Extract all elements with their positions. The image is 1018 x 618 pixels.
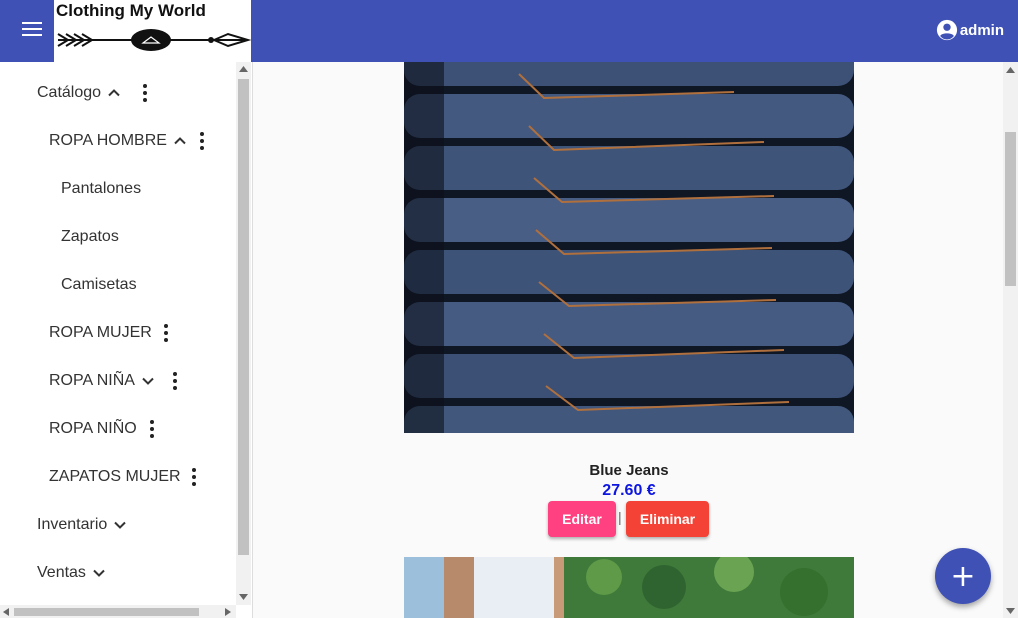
sidebar-item-zapatos-mujer[interactable]: ZAPATOS MUJER [49,465,181,489]
sidebar-item-inventario[interactable]: Inventario [37,513,129,537]
stacked-jeans-image [404,62,854,433]
sidebar: Catálogo ROPA HOMBRE Pantalones Zapatos … [0,62,253,618]
brand-name: Clothing My World [56,1,206,20]
user-menu[interactable]: admin [936,18,1004,42]
sidebar-item-label: ROPA NIÑO [49,420,137,437]
sidebar-item-pantalones[interactable]: Pantalones [61,177,141,201]
product-price: 27.60 € [602,482,656,499]
sidebar-item-label: Ventas [37,564,86,581]
more-vert-icon[interactable] [167,369,183,393]
brand-logo[interactable]: Clothing My World [54,0,251,62]
username: admin [959,21,1004,39]
scroll-up-arrow-icon[interactable] [239,66,248,72]
sidebar-item-label: Camisetas [61,276,137,293]
chevron-up-icon [108,89,120,97]
add-product-fab[interactable]: + [935,548,991,604]
sidebar-item-ropa-mujer[interactable]: ROPA MUJER [49,321,152,345]
more-vert-icon[interactable] [186,465,202,489]
sidebar-item-ropa-nino[interactable]: ROPA NIÑO [49,417,137,441]
account-circle-icon [936,19,957,41]
menu-button[interactable] [0,0,54,62]
sidebar-item-label: Pantalones [61,180,142,197]
chevron-down-icon [114,521,126,529]
more-vert-icon[interactable] [144,417,160,441]
arrow-hanger-logo-icon [57,29,251,51]
scrollbar-thumb[interactable] [14,608,199,616]
sidebar-item-label: ZAPATOS MUJER [49,468,181,485]
more-vert-icon[interactable] [158,321,174,345]
chevron-up-icon [174,137,186,145]
sidebar-item-zapatos[interactable]: Zapatos [61,225,119,249]
main-vertical-scrollbar[interactable] [1003,62,1018,618]
product-name: Blue Jeans [589,462,669,479]
chevron-down-icon [93,569,105,577]
sidebar-item-label: Inventario [37,516,108,533]
scroll-left-arrow-icon[interactable] [3,608,9,616]
more-vert-icon[interactable] [137,81,153,105]
edit-button[interactable]: Editar [548,501,616,537]
product-image-next[interactable] [404,557,854,618]
sidebar-item-ropa-hombre[interactable]: ROPA HOMBRE [49,129,189,153]
scroll-right-arrow-icon[interactable] [225,608,231,616]
button-separator: | [618,509,622,525]
product-image-blue-jeans[interactable] [404,62,854,433]
top-app-bar: Clothing My World admin [0,0,1018,62]
scrollbar-thumb[interactable] [238,79,249,555]
sidebar-item-catalogo[interactable]: Catálogo [37,81,123,105]
sidebar-item-label: ROPA NIÑA [49,372,135,389]
sidebar-item-label: Zapatos [61,228,119,245]
scrollbar-thumb[interactable] [1005,132,1016,286]
hamburger-icon [22,22,42,36]
sidebar-item-camisetas[interactable]: Camisetas [61,273,137,297]
sidebar-item-ventas[interactable]: Ventas [37,561,108,585]
sidebar-item-label: ROPA HOMBRE [49,132,167,149]
scroll-up-arrow-icon[interactable] [1006,67,1015,73]
scroll-down-arrow-icon[interactable] [239,594,248,600]
sidebar-item-ropa-nina[interactable]: ROPA NIÑA [49,369,157,393]
delete-button[interactable]: Eliminar [626,501,709,537]
outdoor-model-image [404,557,854,618]
chevron-down-icon [142,377,154,385]
sidebar-vertical-scrollbar[interactable] [236,62,251,605]
sidebar-item-label: Catálogo [37,84,102,101]
sidebar-item-label: ROPA MUJER [49,324,152,341]
scroll-down-arrow-icon[interactable] [1006,608,1015,614]
sidebar-horizontal-scrollbar[interactable] [0,605,236,618]
more-vert-icon[interactable] [194,129,210,153]
